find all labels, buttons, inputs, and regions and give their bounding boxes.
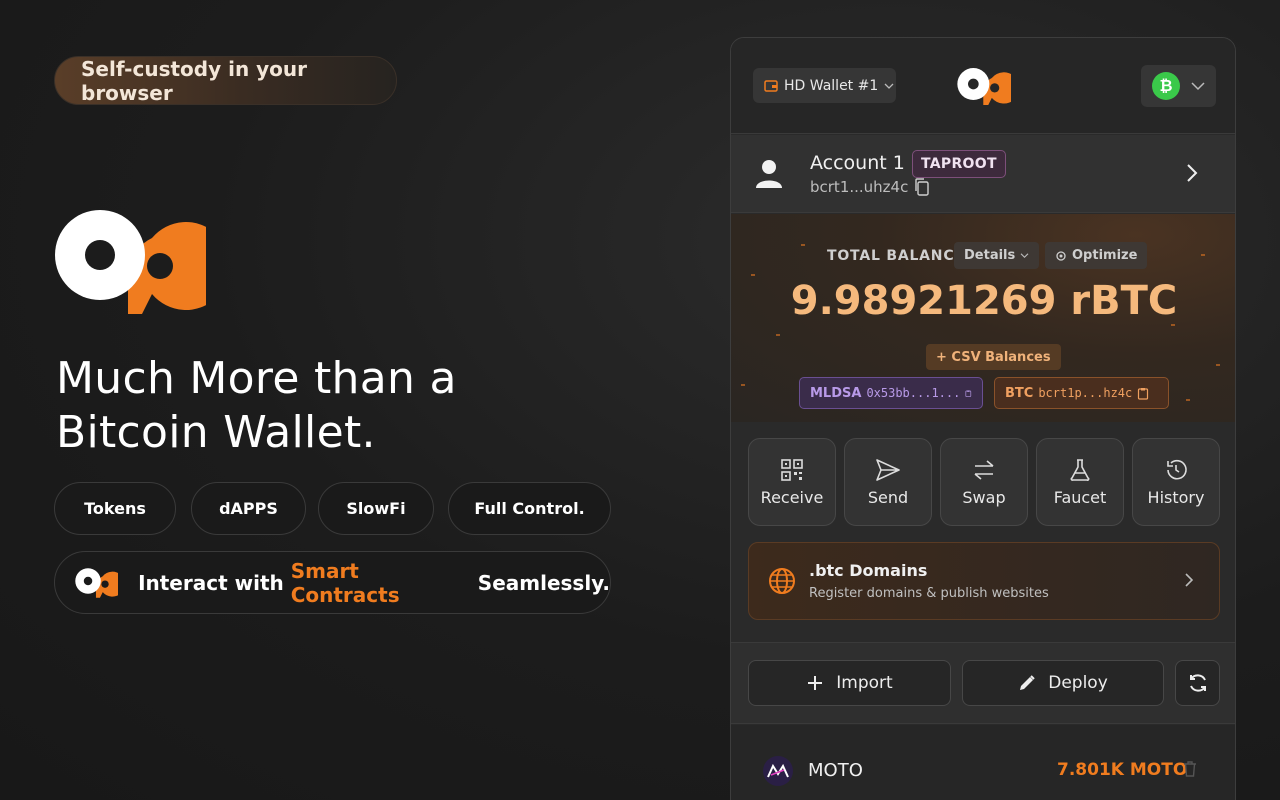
domains-subtitle: Register domains & publish websites xyxy=(809,586,1049,601)
import-button[interactable]: Import xyxy=(748,660,951,706)
flask-icon xyxy=(1070,458,1090,481)
chevron-down-icon xyxy=(884,83,894,89)
clipboard-icon xyxy=(965,389,972,397)
interact-suffix: Seamlessly. xyxy=(470,570,610,595)
chevron-right-icon xyxy=(1187,164,1198,182)
csv-balances-button[interactable]: + CSV Balances xyxy=(926,344,1061,370)
bitcoin-icon: ₿ xyxy=(1152,72,1180,100)
send-icon xyxy=(876,458,900,481)
op-logo-large xyxy=(55,210,206,314)
globe-icon xyxy=(769,568,795,594)
history-label: History xyxy=(1147,487,1205,507)
wallet-panel: HD Wallet #1 ₿ Account 1 TAPROOT bcrt1..… xyxy=(730,37,1236,800)
headline: Much More than a Bitcoin Wallet. xyxy=(56,352,616,460)
gear-icon xyxy=(1056,250,1066,261)
balance-card: TOTAL BALANCE Details Optimize 9.9892126… xyxy=(731,214,1235,422)
domains-title: .btc Domains xyxy=(809,561,928,580)
headline-line-2: Bitcoin Wallet. xyxy=(56,407,376,458)
token-tools-bar: Import Deploy xyxy=(731,642,1235,724)
chip-dapps: dAPPS xyxy=(191,482,306,535)
btc-value: bcrt1p...hz4c xyxy=(1038,386,1133,400)
headline-line-1: Much More than a xyxy=(56,353,457,404)
token-row[interactable]: MOTO 7.801K MOTO xyxy=(731,725,1235,800)
chip-tokens: Tokens xyxy=(54,482,176,535)
smart-contracts-banner: Interact with Smart Contracts Seamlessly… xyxy=(54,551,611,614)
action-buttons: Receive Send Swap Faucet History xyxy=(748,438,1220,526)
account-row[interactable]: Account 1 TAPROOT bcrt1...uhz4c xyxy=(731,135,1235,213)
account-address: bcrt1...uhz4c xyxy=(810,178,930,196)
balance-amount: 9.98921269 rBTC xyxy=(790,278,1178,324)
swap-icon xyxy=(974,459,994,480)
moto-token-icon xyxy=(763,756,793,786)
token-amount: 7.801K MOTO xyxy=(1057,760,1188,780)
token-name: MOTO xyxy=(808,760,863,781)
copy-icon[interactable] xyxy=(914,178,930,196)
plus-icon xyxy=(808,676,823,690)
faucet-button[interactable]: Faucet xyxy=(1036,438,1124,526)
details-label: Details xyxy=(964,248,1016,263)
mldsa-label: MLDSA xyxy=(810,385,862,401)
swap-button[interactable]: Swap xyxy=(940,438,1028,526)
mldsa-address-chip[interactable]: MLDSA 0x53bb...1... xyxy=(799,377,983,409)
wallet-selector[interactable]: HD Wallet #1 xyxy=(753,68,896,103)
send-label: Send xyxy=(867,487,909,507)
receive-button[interactable]: Receive xyxy=(748,438,836,526)
op-logo-header xyxy=(957,68,1011,105)
optimize-button[interactable]: Optimize xyxy=(1045,242,1148,269)
pencil-icon xyxy=(1020,675,1035,690)
user-icon xyxy=(756,160,782,188)
refresh-icon xyxy=(1189,674,1206,692)
refresh-button[interactable] xyxy=(1175,660,1220,706)
network-selector[interactable]: ₿ xyxy=(1141,65,1216,107)
wallet-selector-label: HD Wallet #1 xyxy=(784,77,879,94)
interact-prefix: Interact with xyxy=(138,570,291,595)
chip-slowfi: SlowFi xyxy=(318,482,434,535)
qr-code-icon xyxy=(781,458,803,481)
op-logo-small xyxy=(75,567,119,598)
mldsa-value: 0x53bb...1... xyxy=(866,386,961,400)
total-balance-label: TOTAL BALANCE xyxy=(827,248,965,264)
account-name: Account 1 xyxy=(810,152,905,174)
btc-address-chip[interactable]: BTC bcrt1p...hz4c xyxy=(994,377,1169,409)
tagline-text: Self-custody in your browser xyxy=(81,56,308,105)
clipboard-icon xyxy=(1138,387,1149,400)
account-address-text: bcrt1...uhz4c xyxy=(810,178,909,196)
chevron-down-icon xyxy=(1020,253,1029,259)
trash-icon[interactable] xyxy=(1183,761,1197,777)
history-icon xyxy=(1167,459,1187,479)
chip-full-control: Full Control. xyxy=(448,482,611,535)
deploy-label: Deploy xyxy=(1048,673,1108,693)
details-button[interactable]: Details xyxy=(954,242,1040,269)
history-button[interactable]: History xyxy=(1132,438,1220,526)
chevron-right-icon xyxy=(1185,573,1194,587)
wallet-header: HD Wallet #1 ₿ xyxy=(731,38,1235,134)
receive-label: Receive xyxy=(760,487,824,507)
btc-label: BTC xyxy=(1005,385,1034,401)
faucet-label: Faucet xyxy=(1053,487,1107,507)
import-label: Import xyxy=(836,673,893,693)
btc-domains-card[interactable]: .btc Domains Register domains & publish … xyxy=(748,542,1220,620)
send-button[interactable]: Send xyxy=(844,438,932,526)
chevron-down-icon xyxy=(1191,82,1205,91)
wallet-icon xyxy=(764,79,778,92)
interact-highlight: Smart Contracts xyxy=(290,558,400,607)
swap-label: Swap xyxy=(962,487,1006,507)
deploy-button[interactable]: Deploy xyxy=(962,660,1164,706)
tagline-pill: Self-custody in your browser xyxy=(54,56,397,105)
address-type-badge: TAPROOT xyxy=(912,150,1006,178)
optimize-label: Optimize xyxy=(1072,248,1138,263)
